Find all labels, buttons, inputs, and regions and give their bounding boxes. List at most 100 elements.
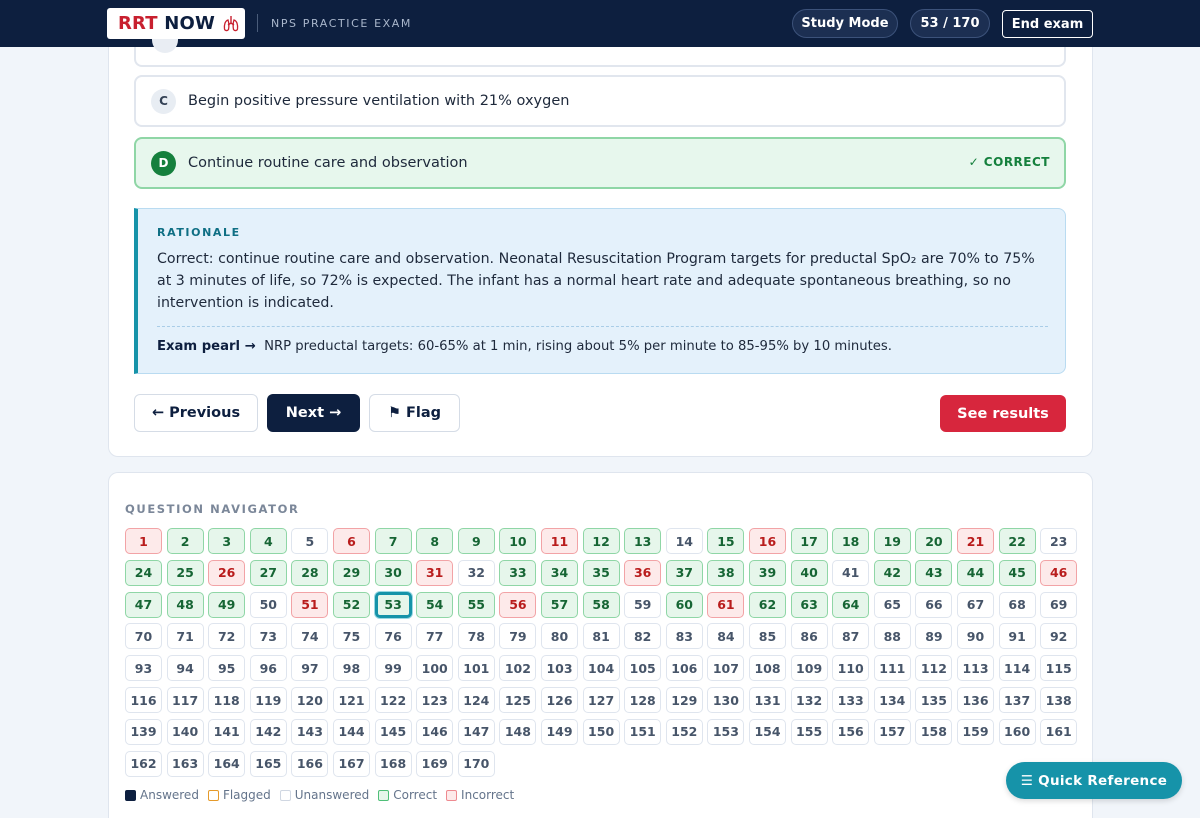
navigator-question-121[interactable]: 121 xyxy=(333,687,370,713)
navigator-question-40[interactable]: 40 xyxy=(790,559,828,586)
flag-button[interactable]: ⚑ Flag xyxy=(369,394,460,432)
navigator-question-34[interactable]: 34 xyxy=(541,559,578,586)
navigator-question-149[interactable]: 149 xyxy=(541,718,578,745)
navigator-question-70[interactable]: 70 xyxy=(125,623,162,650)
end-exam-button[interactable]: End exam xyxy=(1002,10,1093,38)
navigator-question-93[interactable]: 93 xyxy=(125,655,162,682)
navigator-question-126[interactable]: 126 xyxy=(541,687,578,713)
navigator-question-164[interactable]: 164 xyxy=(208,750,246,777)
navigator-question-87[interactable]: 87 xyxy=(832,623,870,650)
navigator-question-136[interactable]: 136 xyxy=(957,687,994,713)
navigator-question-18[interactable]: 18 xyxy=(832,528,870,554)
navigator-question-23[interactable]: 23 xyxy=(1040,528,1078,554)
navigator-question-115[interactable]: 115 xyxy=(1040,655,1078,682)
navigator-question-7[interactable]: 7 xyxy=(374,528,412,554)
navigator-question-73[interactable]: 73 xyxy=(249,623,287,650)
navigator-question-57[interactable]: 57 xyxy=(541,591,578,618)
navigator-question-114[interactable]: 114 xyxy=(998,655,1036,682)
navigator-question-140[interactable]: 140 xyxy=(166,718,204,745)
navigator-question-141[interactable]: 141 xyxy=(208,718,246,745)
navigator-question-142[interactable]: 142 xyxy=(249,718,287,745)
navigator-question-82[interactable]: 82 xyxy=(624,623,662,650)
navigator-question-157[interactable]: 157 xyxy=(873,718,911,745)
navigator-question-8[interactable]: 8 xyxy=(416,528,454,554)
navigator-question-97[interactable]: 97 xyxy=(291,655,329,682)
navigator-question-12[interactable]: 12 xyxy=(582,528,620,554)
navigator-question-125[interactable]: 125 xyxy=(499,687,537,713)
navigator-question-42[interactable]: 42 xyxy=(873,559,911,586)
navigator-question-166[interactable]: 166 xyxy=(291,750,329,777)
navigator-question-168[interactable]: 168 xyxy=(374,750,412,777)
navigator-question-47[interactable]: 47 xyxy=(125,591,162,618)
navigator-question-102[interactable]: 102 xyxy=(499,655,537,682)
navigator-question-11[interactable]: 11 xyxy=(541,528,578,554)
see-results-button[interactable]: See results xyxy=(940,395,1066,432)
navigator-question-64[interactable]: 64 xyxy=(832,591,870,618)
navigator-question-83[interactable]: 83 xyxy=(665,623,703,650)
navigator-question-56[interactable]: 56 xyxy=(499,591,537,618)
navigator-question-147[interactable]: 147 xyxy=(457,718,495,745)
navigator-question-129[interactable]: 129 xyxy=(665,687,703,713)
navigator-question-104[interactable]: 104 xyxy=(582,655,620,682)
navigator-question-138[interactable]: 138 xyxy=(1040,687,1078,713)
navigator-question-158[interactable]: 158 xyxy=(915,718,953,745)
study-mode-badge[interactable]: Study Mode xyxy=(792,9,898,38)
navigator-question-116[interactable]: 116 xyxy=(125,687,162,713)
navigator-question-31[interactable]: 31 xyxy=(416,559,454,586)
navigator-question-127[interactable]: 127 xyxy=(582,687,620,713)
navigator-question-84[interactable]: 84 xyxy=(707,623,745,650)
navigator-question-148[interactable]: 148 xyxy=(499,718,537,745)
navigator-question-36[interactable]: 36 xyxy=(624,559,662,586)
navigator-question-44[interactable]: 44 xyxy=(957,559,994,586)
navigator-question-91[interactable]: 91 xyxy=(998,623,1036,650)
navigator-question-37[interactable]: 37 xyxy=(665,559,703,586)
navigator-question-5[interactable]: 5 xyxy=(291,528,329,554)
navigator-question-62[interactable]: 62 xyxy=(749,591,786,618)
navigator-question-88[interactable]: 88 xyxy=(873,623,911,650)
navigator-question-137[interactable]: 137 xyxy=(998,687,1036,713)
navigator-question-161[interactable]: 161 xyxy=(1040,718,1078,745)
navigator-question-153[interactable]: 153 xyxy=(707,718,745,745)
navigator-question-81[interactable]: 81 xyxy=(582,623,620,650)
navigator-question-146[interactable]: 146 xyxy=(416,718,454,745)
navigator-question-16[interactable]: 16 xyxy=(749,528,786,554)
navigator-question-79[interactable]: 79 xyxy=(499,623,537,650)
navigator-question-50[interactable]: 50 xyxy=(249,591,287,618)
navigator-question-78[interactable]: 78 xyxy=(457,623,495,650)
navigator-question-59[interactable]: 59 xyxy=(624,591,662,618)
navigator-question-169[interactable]: 169 xyxy=(416,750,454,777)
navigator-question-128[interactable]: 128 xyxy=(624,687,662,713)
navigator-question-167[interactable]: 167 xyxy=(333,750,370,777)
navigator-question-58[interactable]: 58 xyxy=(582,591,620,618)
navigator-question-132[interactable]: 132 xyxy=(790,687,828,713)
navigator-question-29[interactable]: 29 xyxy=(333,559,370,586)
navigator-question-4[interactable]: 4 xyxy=(249,528,287,554)
navigator-question-101[interactable]: 101 xyxy=(457,655,495,682)
next-button[interactable]: Next → xyxy=(267,394,360,432)
navigator-question-130[interactable]: 130 xyxy=(707,687,745,713)
navigator-question-109[interactable]: 109 xyxy=(790,655,828,682)
navigator-question-112[interactable]: 112 xyxy=(915,655,953,682)
navigator-question-145[interactable]: 145 xyxy=(374,718,412,745)
navigator-question-117[interactable]: 117 xyxy=(166,687,204,713)
navigator-question-25[interactable]: 25 xyxy=(166,559,204,586)
navigator-question-35[interactable]: 35 xyxy=(582,559,620,586)
navigator-question-60[interactable]: 60 xyxy=(665,591,703,618)
navigator-question-45[interactable]: 45 xyxy=(998,559,1036,586)
navigator-question-135[interactable]: 135 xyxy=(915,687,953,713)
navigator-question-46[interactable]: 46 xyxy=(1040,559,1078,586)
navigator-question-90[interactable]: 90 xyxy=(957,623,994,650)
navigator-question-94[interactable]: 94 xyxy=(166,655,204,682)
navigator-question-68[interactable]: 68 xyxy=(998,591,1036,618)
navigator-question-133[interactable]: 133 xyxy=(832,687,870,713)
navigator-question-26[interactable]: 26 xyxy=(208,559,246,586)
navigator-question-144[interactable]: 144 xyxy=(333,718,370,745)
navigator-question-14[interactable]: 14 xyxy=(665,528,703,554)
navigator-question-32[interactable]: 32 xyxy=(457,559,495,586)
navigator-question-151[interactable]: 151 xyxy=(624,718,662,745)
navigator-question-20[interactable]: 20 xyxy=(915,528,953,554)
navigator-question-113[interactable]: 113 xyxy=(957,655,994,682)
navigator-question-118[interactable]: 118 xyxy=(208,687,246,713)
navigator-question-98[interactable]: 98 xyxy=(333,655,370,682)
navigator-question-170[interactable]: 170 xyxy=(457,750,495,777)
